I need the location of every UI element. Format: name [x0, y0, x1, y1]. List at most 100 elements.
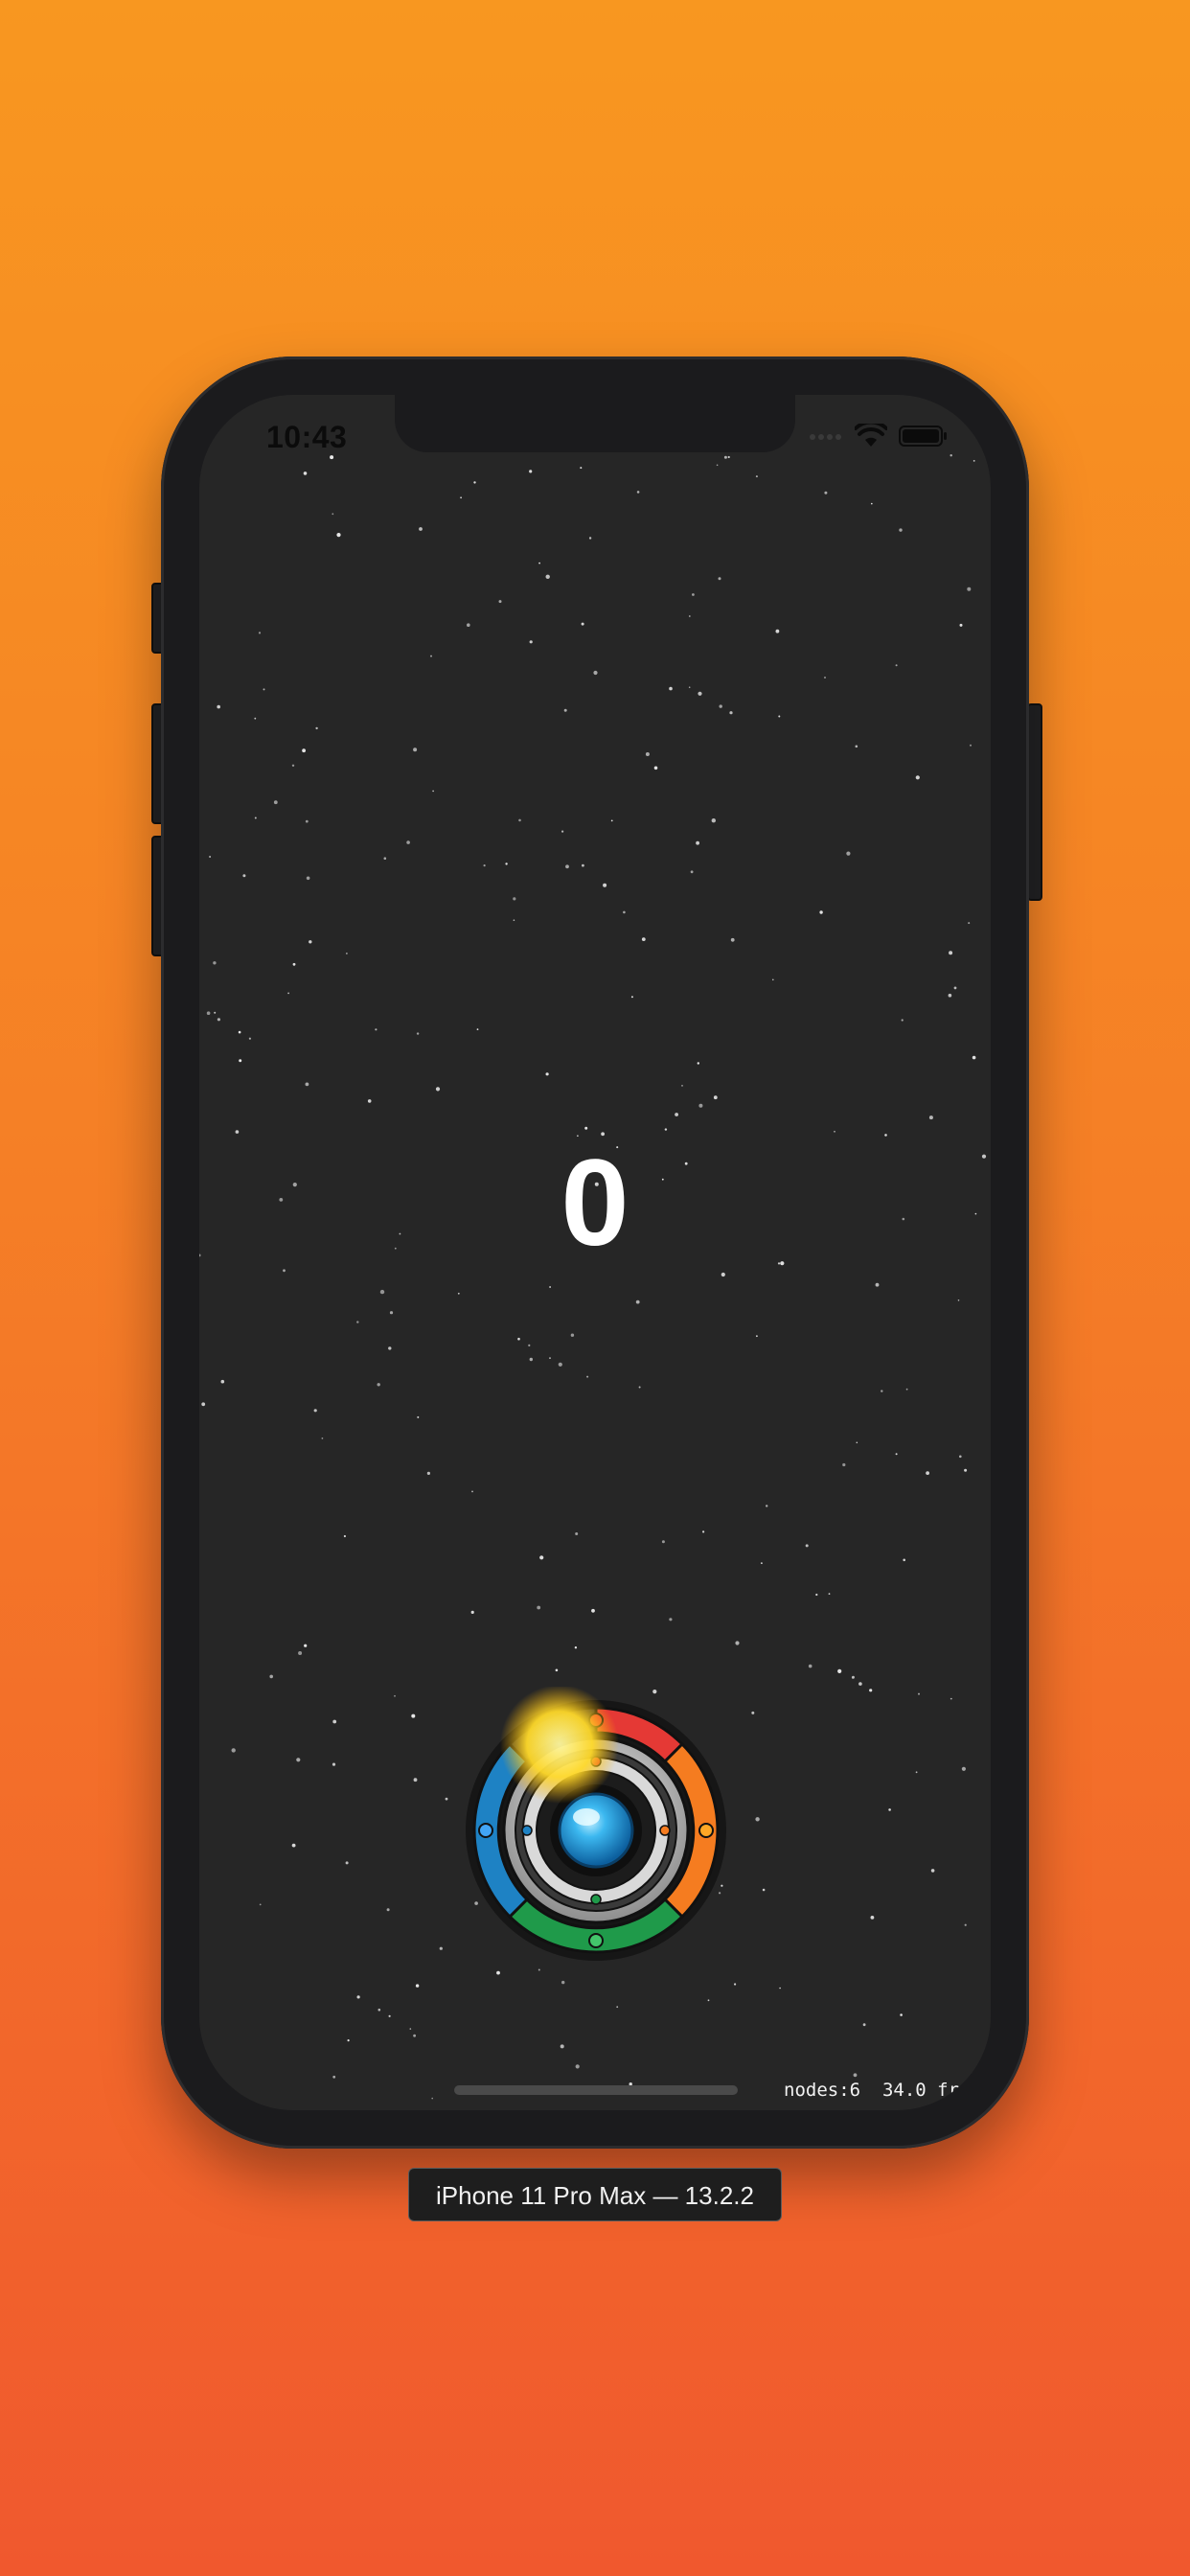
star [575, 1532, 579, 1535]
star [379, 1289, 385, 1295]
game-screen[interactable]: 10:43 0 nodes:6 34.0 fr [199, 395, 991, 2110]
star [775, 629, 780, 633]
star [467, 623, 470, 627]
star [766, 1505, 768, 1507]
star [855, 745, 858, 748]
star [231, 1748, 236, 1753]
star [517, 1337, 520, 1341]
star [591, 1608, 595, 1613]
star [377, 1383, 380, 1387]
star [439, 1946, 443, 1950]
star [529, 1357, 533, 1362]
star [411, 1714, 416, 1718]
star [899, 528, 903, 532]
star [560, 2044, 564, 2049]
star [321, 1438, 324, 1439]
star [730, 937, 735, 942]
star [313, 1409, 317, 1413]
star [961, 1766, 967, 1771]
star [900, 2013, 903, 2016]
battery-icon [899, 426, 947, 447]
star [213, 961, 217, 965]
star [762, 1888, 766, 1892]
star [518, 818, 521, 822]
notch [395, 395, 795, 452]
star [851, 1675, 855, 1679]
star [971, 2072, 974, 2076]
star [413, 1778, 418, 1782]
star [824, 677, 826, 678]
star [238, 1030, 241, 1034]
star [513, 897, 516, 901]
star [537, 1605, 541, 1610]
star [287, 992, 289, 995]
star [588, 537, 592, 540]
star [476, 1028, 479, 1030]
debug-overlay: nodes:6 34.0 fr [784, 2080, 959, 2101]
star [718, 577, 721, 581]
home-indicator[interactable] [454, 2085, 738, 2095]
star [698, 1103, 703, 1108]
star [950, 1697, 952, 1700]
star [808, 1664, 812, 1668]
star [332, 513, 334, 516]
star [430, 655, 432, 657]
star [413, 748, 418, 752]
star [603, 883, 607, 887]
star [394, 1694, 396, 1697]
star [734, 1983, 737, 1986]
star [305, 1082, 309, 1087]
star [406, 840, 410, 844]
star [862, 2023, 866, 2027]
star [214, 1011, 217, 1014]
star [964, 1923, 967, 1926]
star [959, 1455, 962, 1459]
star [575, 2064, 580, 2069]
star [306, 876, 310, 881]
star [755, 1817, 760, 1822]
star [675, 1113, 678, 1116]
star [419, 527, 423, 531]
star [574, 1646, 578, 1649]
star [895, 1453, 898, 1456]
star [332, 1719, 337, 1724]
score-label: 0 [561, 1135, 629, 1272]
star [778, 715, 781, 718]
star [630, 996, 633, 999]
star [697, 1062, 699, 1065]
ship-icon[interactable] [452, 1687, 740, 1974]
star [696, 840, 699, 845]
star [209, 856, 212, 858]
star [636, 491, 640, 494]
star [735, 1641, 740, 1645]
star [593, 670, 598, 676]
star [555, 1668, 559, 1672]
star [473, 481, 476, 484]
star [903, 1558, 905, 1562]
star [681, 1085, 683, 1087]
star [926, 1471, 929, 1475]
star [858, 1682, 862, 1686]
star [653, 766, 658, 770]
star [967, 586, 972, 591]
star [367, 1099, 372, 1103]
star [846, 851, 851, 856]
star [837, 1668, 842, 1673]
star [949, 951, 953, 955]
star [426, 1471, 430, 1475]
star [242, 874, 246, 878]
star [383, 857, 387, 860]
star [336, 533, 341, 538]
star [471, 1490, 473, 1493]
star [928, 1116, 933, 1120]
star [834, 1130, 835, 1133]
star [498, 600, 502, 604]
star [756, 1335, 758, 1338]
star [824, 491, 828, 494]
star [690, 870, 694, 874]
star [692, 593, 695, 596]
power-button[interactable] [1027, 703, 1042, 901]
star [761, 1562, 763, 1564]
star [529, 470, 533, 473]
star [948, 993, 952, 998]
